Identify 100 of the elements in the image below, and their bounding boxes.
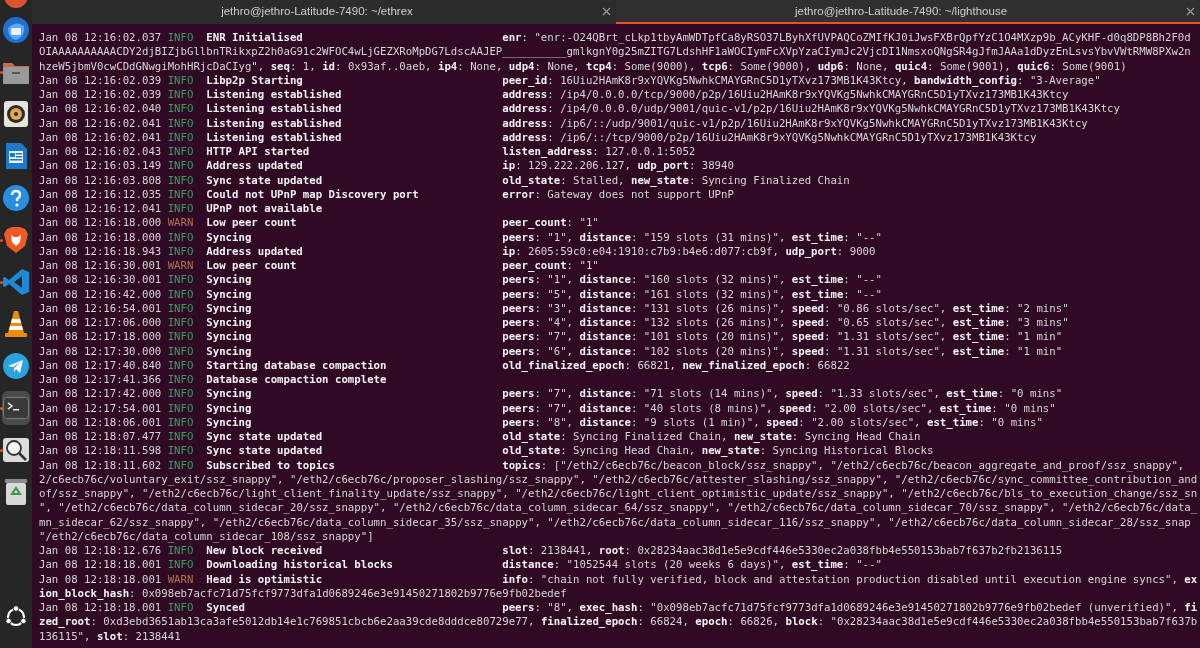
log-message: Listening established <box>206 88 342 103</box>
log-level: INFO <box>167 230 194 245</box>
log-timestamp: Jan 08 12:17:18.000 <box>39 330 162 345</box>
log-continuation: ", "/eth2/c6ecb76c/data_column_sidecar_20/ssz_snappy", "/eth2/c6ecb76c/data_column_sidecar_64/ssz_snappy", "/eth2/c6ecb76c/data_column_sidecar_70/ssz_snappy", "/eth2/c6ecb76c/data_ <box>39 501 1198 516</box>
close-icon[interactable] <box>1186 6 1195 16</box>
log-message: Sync state updated <box>206 430 323 445</box>
log-fields: listen_address: 127.0.0.1:5052 <box>502 145 696 160</box>
log-fields: peers: "8", exec_hash: "0x098eb7acfc71d75fcf9773dfa1d0689246e3e91450271802b9776e9fb02bedef (unverified)", fi <box>502 601 1198 616</box>
log-continuation: zed_root: 0xd3ebd3651ab13ca3afe5012db14e1c769851cbcb6e2aa39cde8dddce80729e77, finalized_epoch: 66824, epoch: 66826, block: "0x28234aac38d1e5e9cdf446e5330ec2a038fbb4e550153bab7f637b <box>39 615 1198 630</box>
log-message: Low peer count <box>206 216 297 231</box>
log-fields: peers: "5", distance: "161 slots (32 mins)", est_time: "--" <box>502 287 882 302</box>
log-message: Could not UPnP map Discovery port <box>206 187 419 202</box>
log-level: INFO <box>167 373 194 388</box>
log-level: INFO <box>167 558 194 573</box>
paper-plane-icon[interactable] <box>2 352 30 380</box>
log-timestamp: Jan 08 12:16:02.039 <box>39 73 162 88</box>
log-fields: address: /ip6/::/tcp/9000/p2p/16Uiu2HAmK8r9xYQVKg5NwhkCMAYGRnC5D1yTXvz173MB1K43Ktcy <box>502 130 1037 145</box>
speaker-icon[interactable] <box>3 100 29 128</box>
log-message: Address updated <box>206 244 303 259</box>
log-timestamp: Jan 08 12:18:11.598 <box>39 444 162 459</box>
log-fields: peers: "4", distance: "132 slots (26 mins)", speed: "0.65 slots/sec", est_time: "3 mins" <box>502 316 1069 331</box>
log-timestamp: Jan 08 12:16:30.001 <box>39 259 162 274</box>
log-timestamp: Jan 08 12:17:30.000 <box>39 344 162 359</box>
log-level: INFO <box>167 73 194 88</box>
log-level: INFO <box>167 401 194 416</box>
log-level: INFO <box>167 544 194 559</box>
log-timestamp: Jan 08 12:16:54.001 <box>39 301 162 316</box>
log-level: INFO <box>167 458 194 473</box>
log-message: Syncing <box>206 401 252 416</box>
magnifier-icon[interactable] <box>2 437 30 463</box>
log-message: New block received <box>206 544 323 559</box>
log-message: Sync state updated <box>206 173 323 188</box>
running-indicator <box>0 407 3 410</box>
log-timestamp: Jan 08 12:18:18.001 <box>39 558 162 573</box>
terminal-tab[interactable]: jethro@jethro-Latitude-7490: ~/lighthouse <box>616 0 1200 24</box>
log-level: INFO <box>167 316 194 331</box>
document-icon[interactable] <box>4 142 28 170</box>
tab-title: jethro@jethro-Latitude-7490: ~/ethrex <box>220 5 414 17</box>
log-timestamp: Jan 08 12:16:02.041 <box>39 130 162 145</box>
log-level: INFO <box>167 301 194 316</box>
log-level: INFO <box>167 116 194 131</box>
log-fields: peers: "1", distance: "160 slots (32 mins)", est_time: "--" <box>502 273 882 288</box>
log-timestamp: Jan 08 12:16:03.808 <box>39 173 162 188</box>
log-timestamp: Jan 08 12:17:41.366 <box>39 373 162 388</box>
log-level: INFO <box>167 330 194 345</box>
log-timestamp: Jan 08 12:17:42.000 <box>39 387 162 402</box>
log-timestamp: Jan 08 12:16:02.039 <box>39 88 162 103</box>
trash-icon[interactable] <box>4 478 28 506</box>
log-fields: error: Gateway does not support UPnP <box>502 187 734 202</box>
log-level: INFO <box>167 387 194 402</box>
mail-bird-icon[interactable] <box>2 16 30 44</box>
code-editor-icon[interactable] <box>2 268 30 296</box>
app-icon[interactable] <box>3 0 29 9</box>
log-timestamp: Jan 08 12:16:18.943 <box>39 244 162 259</box>
log-level: INFO <box>167 358 194 373</box>
log-level: WARN <box>167 216 194 231</box>
log-message: Syncing <box>206 230 252 245</box>
lion-shield-icon[interactable] <box>3 226 29 254</box>
log-message: Syncing <box>206 344 252 359</box>
log-message: Low peer count <box>206 259 297 274</box>
log-fields: old_finalized_epoch: 66821, new_finalized_epoch: 66822 <box>502 358 850 373</box>
log-fields: old_state: Syncing Finalized Chain, new_state: Syncing Head Chain <box>502 430 921 445</box>
log-fields: peers: "1", distance: "159 slots (31 mins)", est_time: "--" <box>502 230 882 245</box>
terminal-tab[interactable]: jethro@jethro-Latitude-7490: ~/ethrex <box>32 0 616 24</box>
running-indicator <box>0 449 3 452</box>
log-message: Syncing <box>206 387 252 402</box>
log-fields: address: /ip4/0.0.0.0/udp/9001/quic-v1/p2p/16Uiu2HAmK8r9xYQVKg5NwhkCMAYGRnC5D1yTXvz173MB1K43Ktcy <box>502 102 1120 117</box>
terminal-icon[interactable] <box>3 397 29 419</box>
log-timestamp: Jan 08 12:16:18.000 <box>39 230 162 245</box>
log-message: Listening established <box>206 102 342 117</box>
log-message: Subscribed to topics <box>206 458 335 473</box>
log-message: Syncing <box>206 273 252 288</box>
log-message: Syncing <box>206 301 252 316</box>
log-level: INFO <box>167 88 194 103</box>
log-fields: peers: "6", distance: "102 slots (20 mins)", speed: "1.31 slots/sec", est_time: "1 min" <box>502 344 1063 359</box>
log-message: Listening established <box>206 130 342 145</box>
help-icon[interactable] <box>2 184 30 212</box>
app-grid-icon[interactable] <box>4 605 28 629</box>
running-indicator <box>0 239 3 242</box>
log-timestamp: Jan 08 12:18:11.602 <box>39 458 162 473</box>
log-continuation: mn_sidecar_62/ssz_snappy", "/eth2/c6ecb76c/data_column_sidecar_35/ssz_snappy", "/eth2/c6ecb76c/data_column_sidecar_116/ssz_snappy", "/eth2/c6ecb76c/data_column_sidecar_28/ssz_snap <box>39 515 1191 530</box>
log-fields: ip: 129.222.206.127, udp_port: 38940 <box>502 159 734 174</box>
log-level: INFO <box>167 430 194 445</box>
log-level: INFO <box>167 344 194 359</box>
log-timestamp: Jan 08 12:18:06.001 <box>39 415 162 430</box>
log-timestamp: Jan 08 12:18:18.001 <box>39 572 162 587</box>
log-fields: topics: ["/eth2/c6ecb76c/beacon_block/ssz_snappy", "/eth2/c6ecb76c/beacon_aggregate_and_proof/ssz_snappy", <box>502 458 1185 473</box>
traffic-cone-icon[interactable] <box>3 310 29 338</box>
close-icon[interactable] <box>602 6 611 16</box>
log-message: ENR Initialised <box>206 31 303 46</box>
log-timestamp: Jan 08 12:16:12.035 <box>39 187 162 202</box>
log-fields: enr: "enr:-O24QBrt_cLkp1tbyAmWDTpfCa8yRSO37LByhXfUVPAQCoZMIfKJ0iJwsFXBrQpfYzC1O4MXzp9b_ACyKHF-d0q8DP8Bh2F0d <box>502 31 1191 46</box>
log-fields: peers: "7", distance: "101 slots (20 mins)", speed: "1.31 slots/sec", est_time: "1 min" <box>502 330 1063 345</box>
log-fields: slot: 2138441, root: 0x28234aac38d1e5e9cdf446e5330ec2a038fbb4e550153bab7f637b2fb2136115 <box>502 544 1063 559</box>
tab-title: jethro@jethro-Latitude-7490: ~/lighthouse <box>793 5 1009 17</box>
log-message: Synced <box>206 601 245 616</box>
log-level: INFO <box>167 173 194 188</box>
log-level: INFO <box>167 444 194 459</box>
log-fields: old_state: Stalled, new_state: Syncing Finalized Chain <box>502 173 850 188</box>
log-continuation: of/ssz_snappy", "/eth2/c6ecb76c/light_client_finality_update/ssz_snappy", "/eth2/c6ecb76c/light_client_optimistic_update/ssz_snappy", "/eth2/c6ecb76c/bls_to_execution_change/ssz_sn <box>39 487 1198 502</box>
